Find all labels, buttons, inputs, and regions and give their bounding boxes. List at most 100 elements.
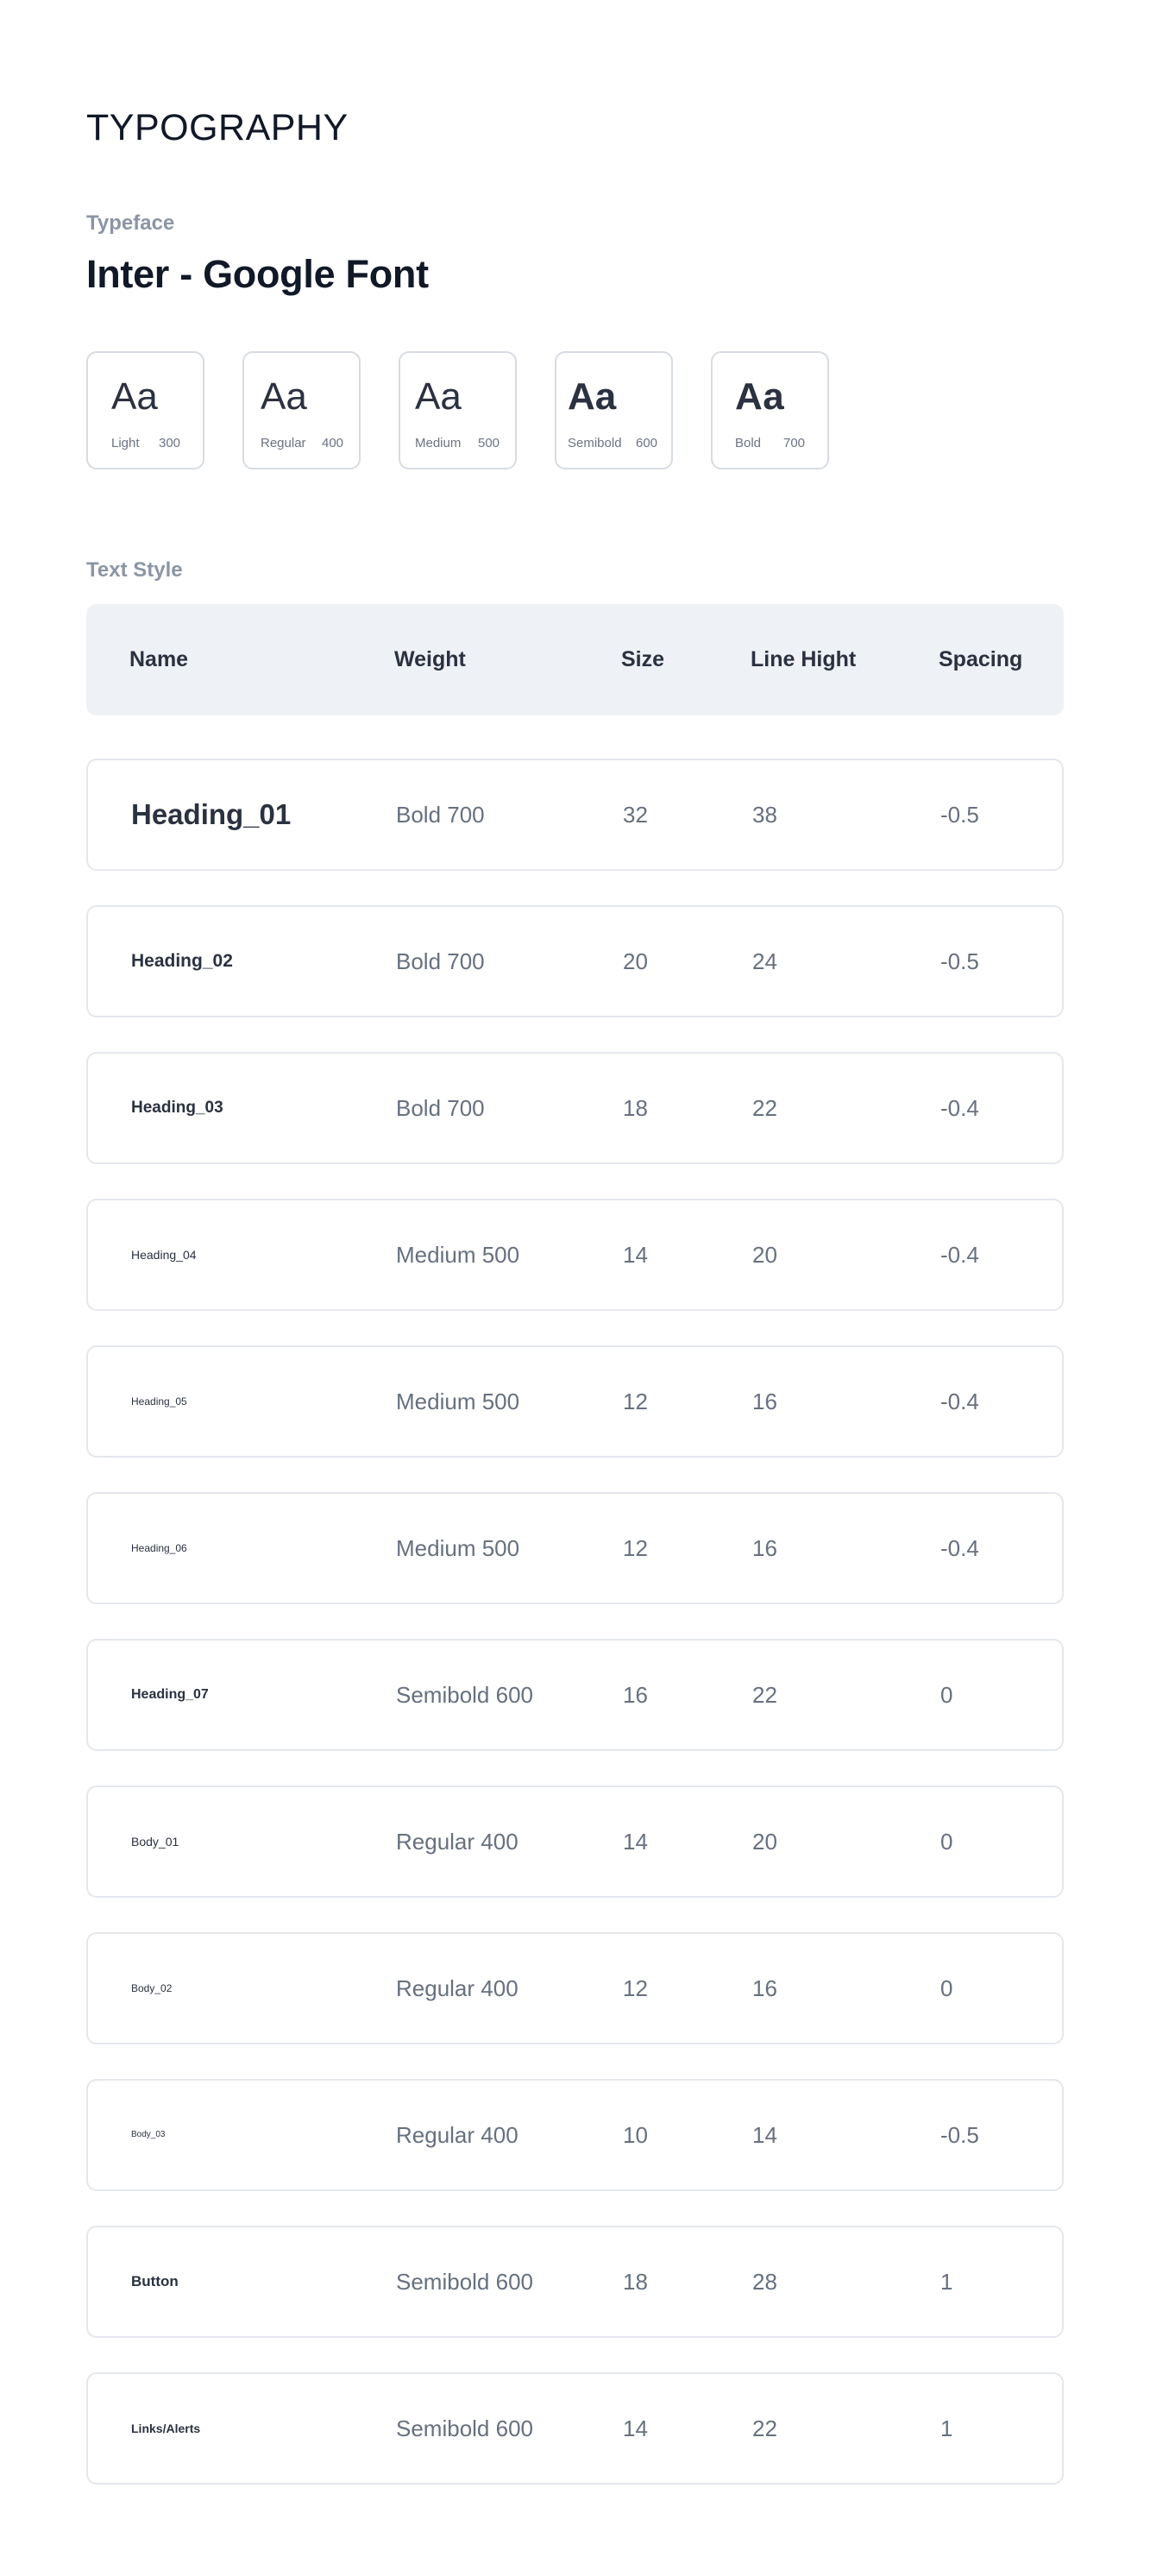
style-size: 20: [623, 948, 648, 974]
table-row: Heading_07 Semibold 600 16 22 0: [86, 1639, 1064, 1751]
style-size: 16: [623, 1682, 648, 1708]
weight-value: 400: [322, 436, 344, 450]
style-name: Heading_05: [131, 1395, 187, 1408]
header-line-height: Line Hight: [751, 647, 857, 671]
style-line-height: 20: [752, 1829, 777, 1855]
style-name: Heading_04: [131, 1248, 197, 1262]
style-name: Heading_07: [131, 1687, 209, 1702]
text-style-table-header: Name Weight Size Line Hight Spacing: [86, 604, 1064, 715]
weight-name: Medium: [415, 436, 462, 450]
table-row: Body_01 Regular 400 14 20 0: [86, 1786, 1064, 1898]
text-style-section-label: Text Style: [86, 558, 183, 582]
style-weight: Bold 700: [396, 1095, 485, 1121]
style-spacing: -0.4: [940, 1535, 979, 1561]
table-row: Heading_01 Bold 700 32 38 -0.5: [86, 759, 1064, 871]
style-line-height: 22: [752, 2415, 777, 2441]
header-weight: Weight: [394, 647, 466, 671]
style-line-height: 16: [752, 1975, 777, 2001]
style-line-height: 38: [752, 802, 777, 828]
style-spacing: -0.5: [940, 2122, 979, 2148]
style-size: 32: [623, 802, 648, 828]
font-weight-samples: Aa Light 300 Aa Regular 400 Aa Medium 50…: [86, 351, 1064, 472]
style-name: Heading_02: [131, 951, 233, 971]
style-name: Body_01: [131, 1835, 179, 1849]
table-row: Button Semibold 600 18 28 1: [86, 2226, 1064, 2338]
weight-sample: Aa: [735, 375, 785, 418]
style-spacing: 0: [940, 1829, 953, 1855]
table-row: Heading_02 Bold 700 20 24 -0.5: [86, 905, 1064, 1017]
style-size: 10: [623, 2122, 648, 2148]
style-size: 18: [623, 1095, 648, 1121]
font-name: Inter - Google Font: [86, 252, 429, 296]
weight-value: 700: [783, 436, 806, 450]
weight-card-regular: Aa Regular 400: [242, 351, 361, 469]
table-row: Heading_04 Medium 500 14 20 -0.4: [86, 1199, 1064, 1311]
header-size: Size: [621, 647, 665, 671]
style-name: Heading_06: [131, 1542, 187, 1554]
style-spacing: -0.5: [940, 802, 979, 828]
style-spacing: -0.4: [940, 1242, 979, 1268]
style-name: Heading_03: [131, 1099, 223, 1117]
table-row: Links/Alerts Semibold 600 14 22 1: [86, 2372, 1064, 2485]
weight-sample: Aa: [568, 375, 617, 418]
style-line-height: 28: [752, 2269, 777, 2295]
weight-value: 600: [636, 436, 658, 450]
style-spacing: 1: [940, 2415, 953, 2441]
weight-card-semibold: Aa Semibold 600: [555, 351, 673, 469]
style-spacing: -0.4: [940, 1389, 979, 1414]
style-size: 18: [623, 2269, 648, 2295]
table-row: Heading_03 Bold 700 18 22 -0.4: [86, 1052, 1064, 1164]
style-weight: Semibold 600: [396, 2415, 533, 2441]
style-line-height: 16: [752, 1535, 777, 1561]
header-name: Name: [129, 647, 189, 671]
style-size: 14: [623, 1829, 648, 1855]
style-size: 14: [623, 1242, 648, 1268]
style-spacing: 0: [940, 1975, 953, 2001]
style-weight: Regular 400: [396, 1975, 518, 2001]
style-spacing: -0.4: [940, 1095, 979, 1121]
typeface-section-label: Typeface: [86, 211, 175, 235]
weight-sample: Aa: [111, 375, 158, 418]
style-line-height: 14: [752, 2122, 777, 2148]
style-weight: Semibold 600: [396, 1682, 533, 1708]
style-line-height: 22: [752, 1095, 777, 1121]
style-size: 12: [623, 1389, 648, 1414]
table-row: Heading_06 Medium 500 12 16 -0.4: [86, 1492, 1064, 1604]
style-weight: Bold 700: [396, 802, 485, 828]
weight-name: Semibold: [568, 436, 622, 450]
style-weight: Regular 400: [396, 1829, 518, 1855]
table-row: Body_02 Regular 400 12 16 0: [86, 1932, 1064, 2044]
weight-name: Bold: [735, 436, 762, 450]
header-spacing: Spacing: [939, 647, 1023, 671]
style-line-height: 16: [752, 1389, 777, 1414]
style-weight: Medium 500: [396, 1389, 520, 1414]
style-line-height: 22: [752, 1682, 777, 1708]
style-name: Button: [131, 2273, 179, 2289]
weight-card-medium: Aa Medium 500: [399, 351, 517, 469]
style-weight: Medium 500: [396, 1242, 520, 1268]
page-title: TYPOGRAPHY: [86, 107, 349, 148]
style-size: 12: [623, 1975, 648, 2001]
weight-sample: Aa: [415, 375, 462, 418]
style-name: Body_02: [131, 1982, 173, 1994]
weight-value: 500: [478, 436, 500, 450]
style-name: Body_03: [131, 2130, 166, 2139]
style-size: 14: [623, 2415, 648, 2441]
style-weight: Regular 400: [396, 2122, 518, 2148]
style-size: 12: [623, 1535, 648, 1561]
style-line-height: 24: [752, 948, 777, 974]
table-row: Heading_05 Medium 500 12 16 -0.4: [86, 1345, 1064, 1458]
table-row: Body_03 Regular 400 10 14 -0.5: [86, 2079, 1064, 2191]
style-weight: Bold 700: [396, 948, 485, 974]
weight-sample: Aa: [261, 375, 307, 418]
style-spacing: 1: [940, 2269, 953, 2295]
style-name: Heading_01: [131, 798, 292, 830]
style-weight: Semibold 600: [396, 2269, 533, 2295]
style-spacing: -0.5: [940, 948, 979, 974]
weight-card-bold: Aa Bold 700: [711, 351, 829, 469]
style-weight: Medium 500: [396, 1535, 520, 1561]
weight-value: 300: [159, 436, 181, 450]
weight-card-light: Aa Light 300: [86, 351, 204, 469]
weight-name: Light: [111, 436, 140, 450]
style-line-height: 20: [752, 1242, 777, 1268]
